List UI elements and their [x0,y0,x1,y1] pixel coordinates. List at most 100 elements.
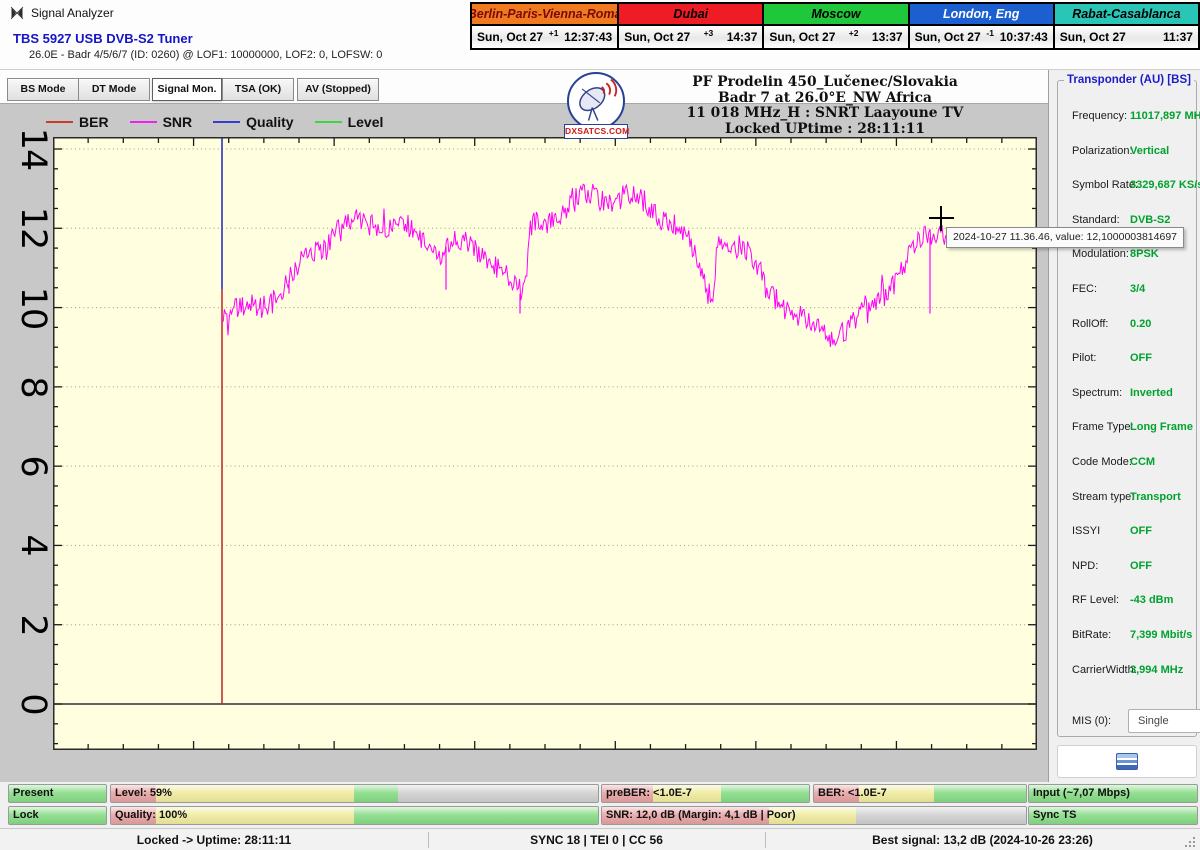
statusbar-cell-2: Best signal: 13,2 dB (2024-10-26 23:26) [765,829,1200,850]
tuner-name: TBS 5927 USB DVB-S2 Tuner [13,31,193,46]
station-header: PF Prodelin 450_Lučenec/Slovakia Badr 7 … [630,75,1020,137]
legend-line-ber [46,121,73,124]
y-tick-label-10: 10 [13,286,53,329]
field-value-13: OFF [1130,560,1152,572]
y-tick-label-14: 14 [13,128,53,171]
field-value-7: OFF [1130,352,1152,364]
tab-bs-mode[interactable]: BS Mode [7,78,79,101]
transponder-groupbox: Transponder (AU) [BS] Frequency:11017,89… [1057,80,1197,737]
tab-signal-mon-[interactable]: Signal Mon. [152,78,222,101]
clock-time-2: Sun, Oct 27+213:37 [762,26,907,48]
meter-lock: Lock [8,806,107,825]
field-label-1: Polarization: [1072,145,1133,157]
field-label-15: BitRate: [1072,629,1111,641]
field-value-16: 3,994 MHz [1130,664,1183,676]
field-value-4: 8PSK [1130,248,1159,260]
meter-preber: preBER: <1.0E-7 [601,784,810,803]
field-value-8: Inverted [1130,387,1173,399]
clock-city-4: Rabat-Casablanca [1053,4,1198,26]
header-divider [0,69,1200,70]
meter-label-snr: SNR: 12,0 dB (Margin: 4,1 dB | Poor) [606,807,796,823]
legend-label-ber: BER [79,114,109,130]
clock-time-3: Sun, Oct 27-110:37:43 [908,26,1053,48]
value-tooltip: 2024-10-27 11.36.46, value: 12,100000381… [946,227,1184,248]
meter-label-syncts: Sync TS [1033,807,1076,823]
meter-ber: BER: <1.0E-7 [813,784,1027,803]
y-tick-label-12: 12 [13,207,53,250]
tab-dt-mode[interactable]: DT Mode [78,78,150,101]
meter-label-quality: Quality: 100% [115,807,187,823]
header-line-3: 11 018 MHz_H : SNRT Laayoune TV [630,106,1020,122]
header-line-1: PF Prodelin 450_Lučenec/Slovakia [630,75,1020,91]
transponder-title: Transponder (AU) [BS] [1064,74,1194,86]
statusbar-cell-0: Locked -> Uptime: 28:11:11 [0,829,428,850]
legend-line-quality [213,121,240,124]
field-value-6: 0.20 [1130,318,1151,330]
field-value-11: Transport [1130,491,1181,503]
signal-analyzer-window: Signal Analyzer TBS 5927 USB DVB-S2 Tune… [0,0,1200,850]
meter-input: Input (~7,07 Mbps) [1028,784,1198,803]
mis-dropdown[interactable]: Single ▾ [1128,709,1200,733]
statusbar-divider [428,832,429,848]
legend-line-snr [130,121,157,124]
field-label-3: Standard: [1072,214,1120,226]
app-icon [9,5,25,21]
field-label-16: CarrierWidth: [1072,664,1137,676]
legend-label-level: Level [348,114,384,130]
field-label-2: Symbol Rate: [1072,179,1138,191]
field-label-7: Pilot: [1072,352,1096,364]
field-label-10: Code Mode: [1072,456,1132,468]
meter-level: Level: 59% [110,784,599,803]
status-bar: Locked -> Uptime: 28:11:11SYNC 18 | TEI … [0,828,1200,850]
header-line-4: Locked UPtime : 28:11:11 [630,122,1020,138]
field-label-13: NPD: [1072,560,1098,572]
legend-line-level [315,121,342,124]
legend-label-quality: Quality [246,114,293,130]
statusbar-cell-1: SYNC 18 | TEI 0 | CC 56 [428,829,765,850]
clock-time-4: Sun, Oct 2711:37 [1053,26,1198,48]
crosshair-cursor [940,206,942,231]
meter-snr: SNR: 12,0 dB (Margin: 4,1 dB | Poor) [601,806,1027,825]
field-value-10: CCM [1130,456,1155,468]
field-value-14: -43 dBm [1130,594,1173,606]
meter-label-ber: BER: <1.0E-7 [818,785,887,801]
y-tick-label-8: 8 [13,376,53,397]
signal-meters: Present Level: 59% preBER: <1.0E-7 BER: <1.… [0,782,1200,828]
field-value-5: 3/4 [1130,283,1145,295]
tab-tsa-ok-[interactable]: TSA (OK) [222,78,294,101]
resize-grip-icon[interactable] [1185,837,1187,839]
field-value-9: Long Frame [1130,421,1193,433]
stream-list-button[interactable] [1057,745,1197,778]
clock-time-0: Sun, Oct 27+112:37:43 [472,26,617,48]
meter-syncts: Sync TS [1028,806,1198,825]
snr-plot[interactable] [53,137,1037,750]
field-value-3: DVB-S2 [1130,214,1170,226]
meter-label-lock: Lock [13,807,39,823]
field-label-11: Stream type: [1072,491,1134,503]
header-line-2: Badr 7 at 26.0°E_NW Africa [630,91,1020,107]
field-value-15: 7,399 Mbit/s [1130,629,1192,641]
field-value-12: OFF [1130,525,1152,537]
field-label-14: RF Level: [1072,594,1119,606]
field-value-2: 3329,687 KS/s [1130,179,1200,191]
meter-label-present: Present [13,785,53,801]
logo-dish-icon [567,72,625,130]
statusbar-divider [765,832,766,848]
mis-value: Single [1138,715,1169,727]
meter-label-input: Input (~7,07 Mbps) [1033,785,1130,801]
y-tick-label-0: 0 [13,693,53,714]
list-icon [1116,753,1138,770]
legend-label-snr: SNR [163,114,193,130]
meter-label-level: Level: 59% [115,785,172,801]
chart-legend: BER SNR Quality Level [46,110,404,134]
tuner-detail: 26.0E - Badr 4/5/6/7 (ID: 0260) @ LOF1: … [29,49,382,61]
clock-city-0: Berlin-Paris-Vienna-Roma [472,4,617,26]
y-tick-label-6: 6 [13,456,53,477]
field-label-5: FEC: [1072,283,1097,295]
field-value-0: 11017,897 MHz [1130,110,1200,122]
transponder-panel: Transponder (AU) [BS] Frequency:11017,89… [1048,70,1200,782]
meter-gloss [111,785,598,802]
y-tick-label-2: 2 [13,614,53,635]
meter-quality: Quality: 100% [110,806,599,825]
tab-av-stopped-[interactable]: AV (Stopped) [297,78,379,101]
